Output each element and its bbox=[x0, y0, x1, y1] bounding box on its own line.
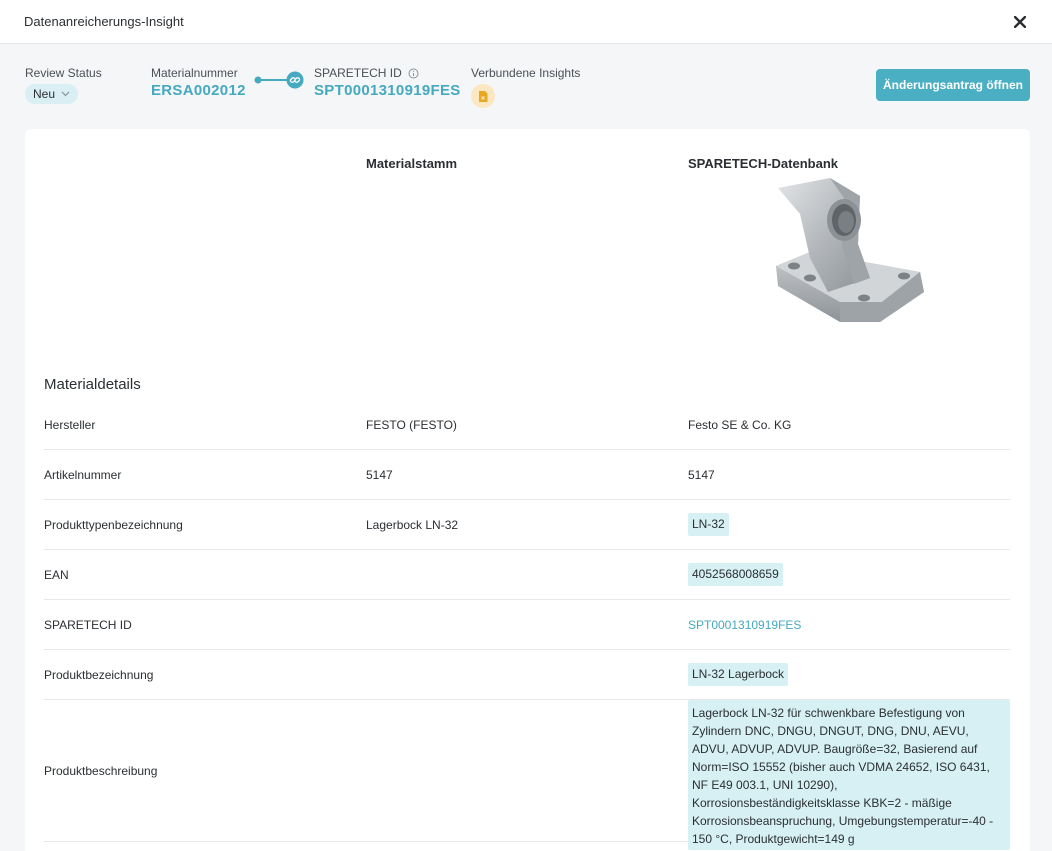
title-bar: Datenanreicherungs-Insight bbox=[0, 0, 1052, 44]
comparison-card: Materialstamm SPARETECH-Datenbank Materi… bbox=[25, 129, 1030, 851]
sparetech-value: 5147 bbox=[688, 467, 715, 482]
section-title-material-details: Materialdetails bbox=[44, 376, 141, 393]
open-change-request-button[interactable]: Änderungsantrag öffnen bbox=[876, 69, 1030, 101]
material-number: Materialnummer ERSA002012 bbox=[151, 66, 246, 99]
info-icon[interactable] bbox=[408, 68, 419, 79]
review-status-value: Neu bbox=[33, 87, 56, 101]
sparetech-description-highlighted: Lagerbock LN-32 für schwenkbare Befestig… bbox=[688, 700, 1010, 850]
material-master-value: Lagerbock LN-32 bbox=[366, 517, 459, 532]
table-row-article-number: Artikelnummer 5147 5147 bbox=[44, 450, 1010, 500]
close-icon[interactable] bbox=[1008, 10, 1032, 34]
material-number-link[interactable]: ERSA002012 bbox=[151, 82, 246, 99]
material-master-value: FESTO (FESTO) bbox=[366, 417, 457, 432]
material-master-value bbox=[366, 600, 666, 649]
table-row-sparetech-id: SPARETECH ID SPT0001310919FES bbox=[44, 600, 1010, 650]
row-label: Produkttypenbezeichnung bbox=[44, 517, 183, 532]
product-image bbox=[776, 178, 924, 322]
table-row-product-description: Produktbeschreibung Lagerbock LN-32 für … bbox=[44, 700, 1010, 850]
column-header-material-master: Materialstamm bbox=[366, 156, 458, 171]
material-number-label: Materialnummer bbox=[151, 66, 238, 80]
material-master-value: 5147 bbox=[366, 467, 393, 482]
row-label: Hersteller bbox=[44, 417, 96, 432]
row-label: Produktbeschreibung bbox=[44, 763, 158, 778]
review-status-dropdown[interactable]: Neu bbox=[25, 84, 79, 104]
sparetech-id-label-row: SPARETECH ID bbox=[314, 66, 461, 80]
chevron-down-icon bbox=[61, 91, 70, 97]
table-row-manufacturer: Hersteller FESTO (FESTO) Festo SE & Co. … bbox=[44, 400, 1010, 450]
sparetech-id: SPARETECH ID SPT0001310919FES bbox=[314, 66, 461, 99]
review-status-label: Review Status bbox=[25, 66, 102, 80]
row-label: Artikelnummer bbox=[44, 467, 122, 482]
material-master-value bbox=[366, 650, 666, 699]
row-label: Produktbezeichnung bbox=[44, 667, 154, 682]
review-status: Review Status Neu bbox=[25, 66, 102, 104]
sparetech-id-value-link[interactable]: SPT0001310919FES bbox=[688, 618, 801, 632]
table-row-product-name: Produktbezeichnung LN-32 Lagerbock bbox=[44, 650, 1010, 700]
material-master-value bbox=[366, 550, 666, 599]
link-connector-icon bbox=[254, 71, 304, 89]
material-master-value bbox=[366, 700, 666, 841]
linked-insights-label: Verbundene Insights bbox=[471, 66, 581, 80]
insight-document-icon[interactable] bbox=[471, 84, 495, 108]
sparetech-value-highlighted: LN-32 bbox=[688, 513, 729, 536]
table-row-ean: EAN 4052568008659 bbox=[44, 550, 1010, 600]
insight-header: Review Status Neu Materialnummer ERSA002… bbox=[0, 44, 1052, 128]
sparetech-id-label: SPARETECH ID bbox=[314, 66, 402, 80]
row-label: EAN bbox=[44, 567, 69, 582]
sparetech-value: Festo SE & Co. KG bbox=[688, 417, 792, 432]
column-header-sparetech-db: SPARETECH-Datenbank bbox=[688, 156, 839, 171]
linked-insights: Verbundene Insights bbox=[471, 66, 580, 108]
row-label: SPARETECH ID bbox=[44, 617, 132, 632]
sparetech-value-highlighted: LN-32 Lagerbock bbox=[688, 663, 789, 686]
sparetech-value-highlighted: 4052568008659 bbox=[688, 563, 783, 586]
sparetech-id-link[interactable]: SPT0001310919FES bbox=[314, 82, 461, 99]
window-title: Datenanreicherungs-Insight bbox=[24, 14, 184, 29]
table-row-product-type: Produkttypenbezeichnung Lagerbock LN-32 … bbox=[44, 500, 1010, 550]
material-details-table: Hersteller FESTO (FESTO) Festo SE & Co. … bbox=[44, 400, 1010, 850]
